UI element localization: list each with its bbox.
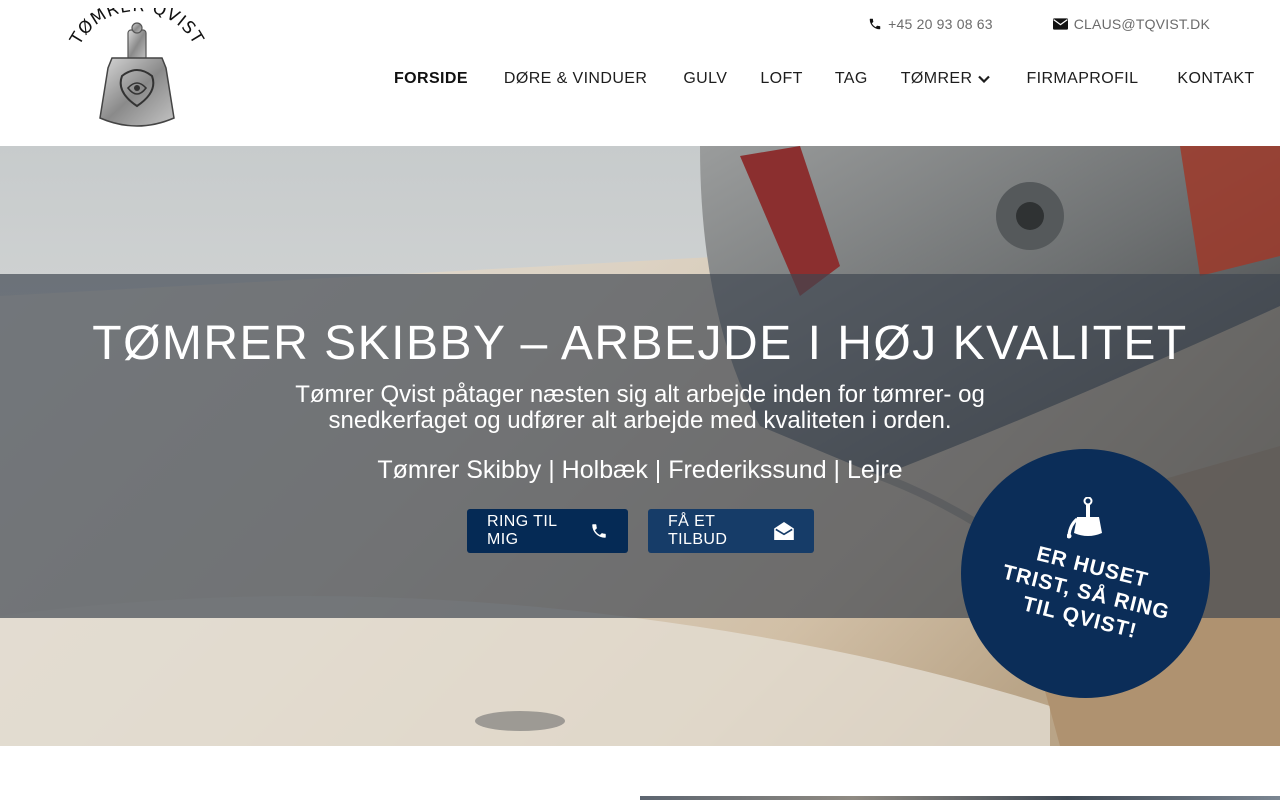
call-me-button[interactable]: RING TIL MIG [467,509,628,553]
call-qvist-badge[interactable]: ER HUSET TRIST, SÅ RING TIL QVIST! [961,449,1210,698]
hero-subtitle: Tømrer Qvist påtager næsten sig alt arbe… [295,381,985,434]
hero-buttons: RING TIL MIG FÅ ET TILBUD [467,509,814,553]
hero-title: TØMRER SKIBBY – ARBEJDE I HØJ KVALITET [92,317,1188,370]
site-header: TØMRER QVIST +45 20 93 08 63 CLAUS@TQVIS… [0,0,1280,146]
nav-item-toemrer-label: TØMRER [900,70,973,87]
nav-item-doere-vinduer[interactable]: DØRE & VINDUER [504,70,647,88]
nav-item-forside[interactable]: FORSIDE [394,70,468,88]
thors-hammer-icon: TØMRER QVIST [66,8,207,127]
nav-item-kontakt[interactable]: KONTAKT [1177,70,1254,88]
paint-bucket-icon [1066,496,1105,544]
phone-link[interactable]: +45 20 93 08 63 [868,16,993,32]
call-me-label: RING TIL MIG [487,513,557,548]
get-offer-button[interactable]: FÅ ET TILBUD [648,509,814,553]
chevron-down-icon [978,75,991,83]
nav-item-loft[interactable]: LOFT [760,70,803,88]
nav-item-toemrer[interactable]: TØMRER [901,70,991,88]
email-link[interactable]: CLAUS@TQVIST.DK [1052,16,1210,32]
get-offer-label: FÅ ET TILBUD [668,513,728,548]
phone-icon [590,522,608,540]
contact-bar: +45 20 93 08 63 CLAUS@TQVIST.DK [868,16,1210,32]
hero-section: TØMRER SKIBBY – ARBEJDE I HØJ KVALITET T… [0,146,1280,746]
nav-item-firmaprofil[interactable]: FIRMAPROFIL [1026,70,1138,88]
envelope-open-icon [774,522,794,540]
phone-icon [868,17,882,31]
main-nav: FORSIDE DØRE & VINDUER GULV LOFT TAG TØM… [394,70,1255,88]
content-image-peek [640,796,1280,800]
nav-item-gulv[interactable]: GULV [683,70,727,88]
badge-text: ER HUSET TRIST, SÅ RING TIL QVIST! [999,542,1172,644]
envelope-icon [1052,18,1068,30]
logo[interactable]: TØMRER QVIST [62,8,212,136]
phone-number: +45 20 93 08 63 [888,16,993,32]
email-address: CLAUS@TQVIST.DK [1073,16,1210,32]
nav-item-tag[interactable]: TAG [835,70,868,88]
